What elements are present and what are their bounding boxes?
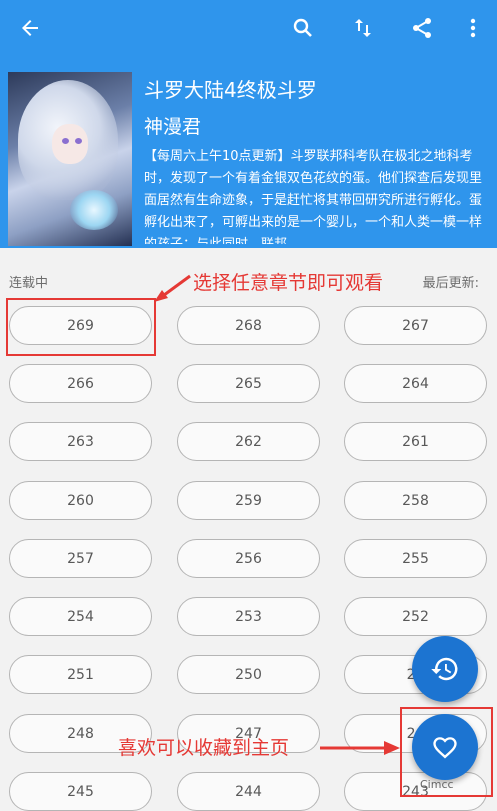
annotation-choose-chapter: 选择任意章节即可观看 [193,272,384,294]
book-cover-image [8,72,132,246]
annotation-arrow-chapter [154,274,191,302]
search-icon[interactable] [285,10,321,46]
book-header: 斗罗大陆4终极斗罗 神漫君 【每周六上午10点更新】斗罗联邦科考队在极北之地科考… [0,0,497,248]
chapter-button[interactable]: 264 [344,364,487,403]
chapter-button[interactable]: 250 [177,655,320,694]
chapter-button[interactable]: 263 [9,422,152,461]
share-icon[interactable] [404,10,440,46]
app-bar [0,0,497,56]
chapter-button[interactable]: 244 [177,772,320,811]
history-icon [431,657,458,681]
chapter-button[interactable]: 251 [9,655,152,694]
book-author: 神漫君 [144,116,202,138]
chapter-button[interactable]: 266 [9,364,152,403]
last-updated-label: 最后更新: [422,276,479,291]
chapter-button[interactable]: 268 [177,306,320,345]
history-fab[interactable] [412,636,478,702]
chapter-button[interactable]: 257 [9,539,152,578]
book-description: 【每周六上午10点更新】斗罗联邦科考队在极北之地科考时，发现了一个有着金银双色花… [144,149,483,244]
chapter-button[interactable]: 245 [9,772,152,811]
back-arrow-icon[interactable] [12,10,48,46]
more-vert-icon[interactable] [455,10,491,46]
chapter-button[interactable]: 256 [177,539,320,578]
book-title: 斗罗大陆4终极斗罗 [144,78,317,102]
chapter-button[interactable]: 252 [344,597,487,636]
chapter-button[interactable]: 259 [177,481,320,520]
sort-icon[interactable] [345,10,381,46]
annotation-favorite: 喜欢可以收藏到主页 [118,737,290,759]
chapter-button[interactable]: 262 [177,422,320,461]
watermark: Cimcc [420,778,454,791]
chapter-button[interactable]: 254 [9,597,152,636]
chapter-button[interactable]: 260 [9,481,152,520]
chapter-button[interactable]: 258 [344,481,487,520]
chapter-button[interactable]: 261 [344,422,487,461]
serial-status: 连载中 [9,276,49,291]
chapter-button[interactable]: 267 [344,306,487,345]
highlight-box-chapter [6,298,156,356]
annotation-arrow-favorite [320,741,400,755]
chapter-button[interactable]: 255 [344,539,487,578]
chapter-button[interactable]: 253 [177,597,320,636]
chapter-button[interactable]: 265 [177,364,320,403]
